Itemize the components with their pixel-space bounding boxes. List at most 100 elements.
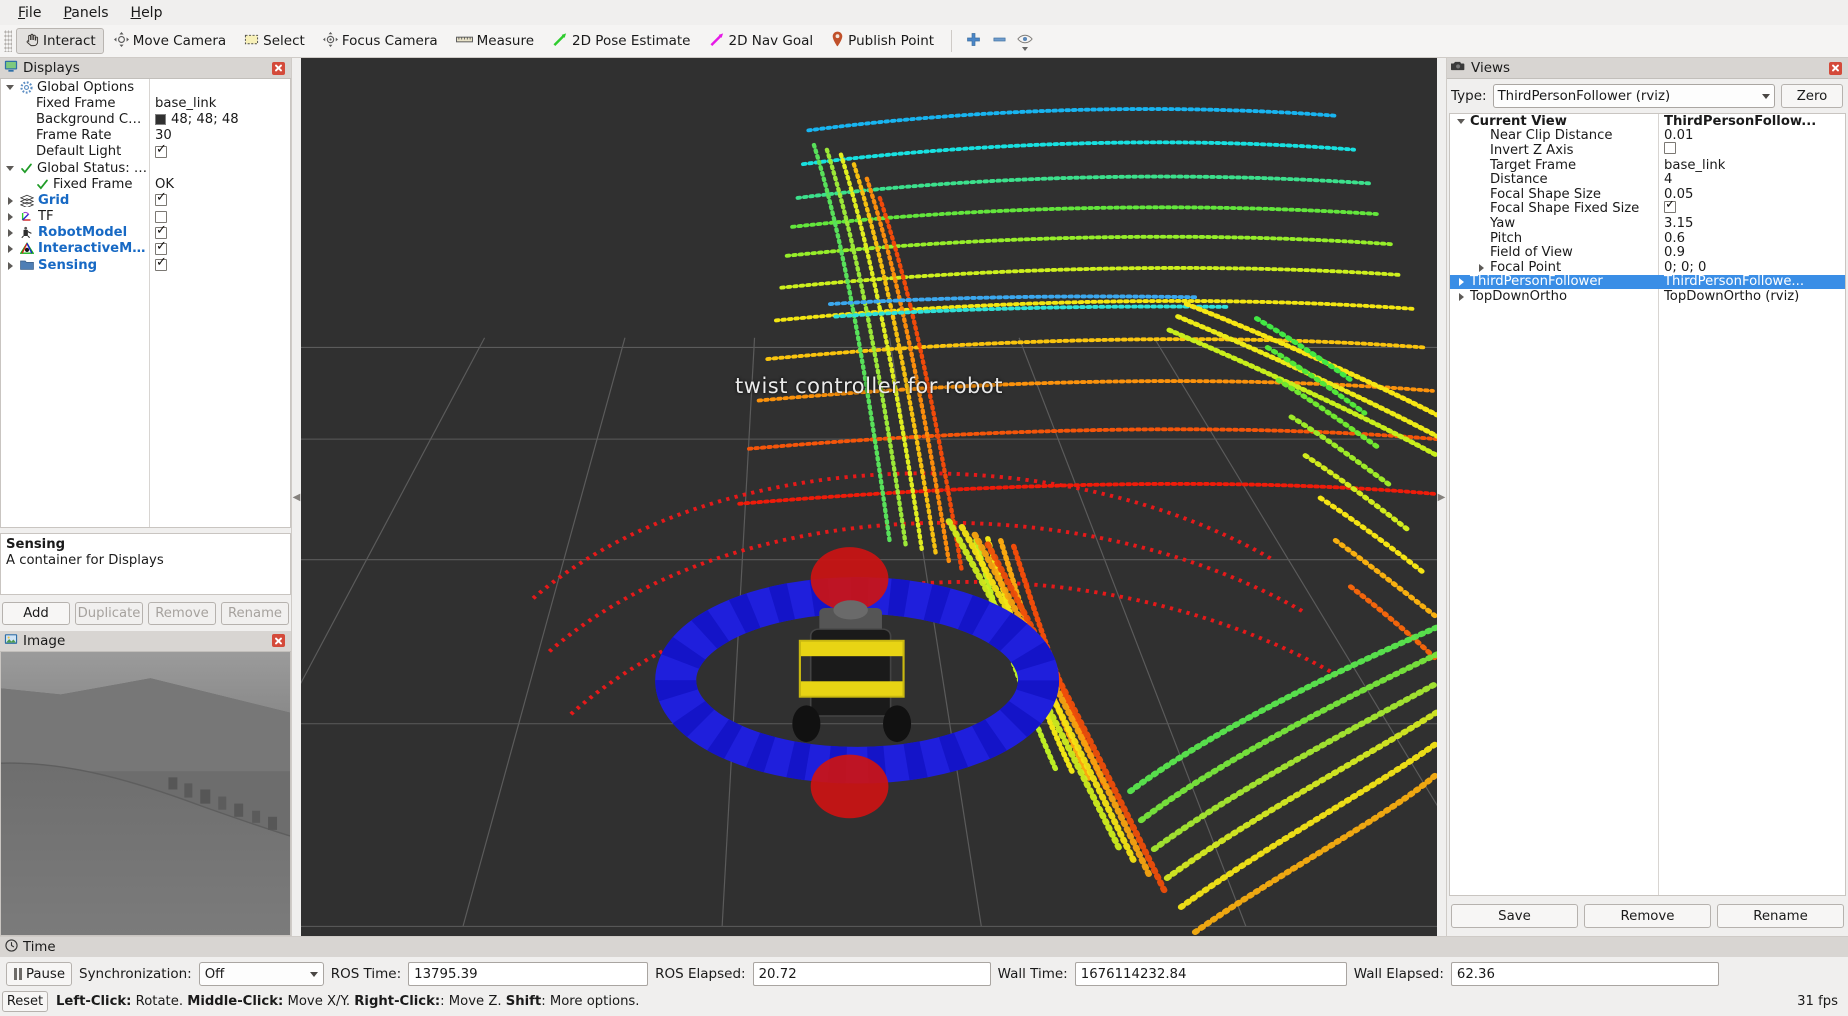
views-close-button[interactable] bbox=[1829, 61, 1842, 75]
chevron-down-icon[interactable] bbox=[5, 82, 16, 93]
tool-properties-button[interactable] bbox=[1012, 28, 1038, 54]
chevron-right-icon[interactable] bbox=[5, 227, 16, 238]
tool-2d-pose-estimate[interactable]: 2D Pose Estimate bbox=[544, 28, 698, 54]
wall-elapsed-field[interactable]: 62.36 bbox=[1450, 962, 1719, 986]
tool-measure[interactable]: Measure bbox=[448, 28, 542, 54]
menu-help[interactable]: Help bbox=[121, 2, 173, 24]
checkbox[interactable] bbox=[1664, 200, 1676, 213]
views-row-distance[interactable]: Distance 4 bbox=[1450, 172, 1845, 187]
chevron-right-icon[interactable] bbox=[1456, 291, 1467, 302]
views-row-value[interactable]: 0; 0; 0 bbox=[1658, 260, 1706, 275]
views-row-yaw[interactable]: Yaw 3.15 bbox=[1450, 216, 1845, 231]
displays-row-value[interactable]: 30 bbox=[149, 128, 172, 143]
wall-time-field[interactable]: 1676114232.84 bbox=[1074, 962, 1347, 986]
chevron-right-icon[interactable] bbox=[5, 243, 16, 254]
add-display-button[interactable]: Add bbox=[2, 601, 70, 625]
tool-move-camera[interactable]: Move Camera bbox=[106, 28, 234, 54]
displays-tree[interactable]: Global Options Fixed Frame base_link Backgr… bbox=[0, 79, 291, 528]
views-row-invert-z-axis[interactable]: Invert Z Axis bbox=[1450, 142, 1845, 158]
zero-button[interactable]: Zero bbox=[1781, 84, 1843, 108]
displays-row-value[interactable] bbox=[149, 224, 167, 239]
remove-display-button[interactable]: Remove bbox=[148, 601, 216, 625]
displays-row-value[interactable] bbox=[149, 256, 167, 272]
views-row-value[interactable] bbox=[1658, 200, 1676, 217]
views-row-thirdpersonfollower[interactable]: ThirdPersonFollower ThirdPersonFollowe... bbox=[1450, 274, 1845, 289]
views-row-value[interactable]: 4 bbox=[1658, 172, 1672, 187]
duplicate-display-button[interactable]: Duplicate bbox=[75, 601, 143, 625]
views-row-near-clip-distance[interactable]: Near Clip Distance 0.01 bbox=[1450, 128, 1845, 143]
checkbox[interactable] bbox=[1664, 142, 1676, 155]
reset-button[interactable]: Reset bbox=[2, 991, 48, 1012]
checkbox[interactable] bbox=[155, 256, 167, 272]
views-row-value[interactable]: 3.15 bbox=[1658, 216, 1693, 231]
checkbox[interactable] bbox=[155, 191, 167, 207]
displays-row-value[interactable] bbox=[149, 191, 167, 207]
checkbox[interactable] bbox=[155, 210, 167, 223]
displays-row-global-status[interactable]: Global Status: Ok bbox=[1, 160, 290, 176]
displays-row-fixed-frame[interactable]: Fixed Frame base_link bbox=[1, 95, 290, 111]
views-row-value[interactable]: 0.6 bbox=[1658, 231, 1685, 246]
views-row-field-of-view[interactable]: Field of View 0.9 bbox=[1450, 245, 1845, 260]
menu-panels[interactable]: Panels bbox=[53, 2, 118, 24]
displays-close-button[interactable] bbox=[272, 61, 285, 75]
tool-publish-point[interactable]: Publish Point bbox=[823, 28, 942, 54]
toolbar-grip[interactable] bbox=[4, 30, 12, 52]
displays-row-value[interactable] bbox=[149, 240, 167, 255]
views-row-focal-point[interactable]: Focal Point 0; 0; 0 bbox=[1450, 260, 1845, 275]
synchronization-select[interactable]: Off bbox=[198, 962, 324, 986]
chevron-right-icon[interactable] bbox=[1476, 262, 1487, 273]
menu-file[interactable]: File bbox=[8, 2, 51, 24]
views-row-value[interactable]: TopDownOrtho (rviz) bbox=[1658, 289, 1799, 304]
rename-display-button[interactable]: Rename bbox=[221, 601, 289, 625]
3d-viewport[interactable]: twist controller for robot bbox=[301, 58, 1437, 936]
chevron-down-icon[interactable] bbox=[5, 163, 16, 174]
views-row-value[interactable]: ThirdPersonFollow... bbox=[1658, 114, 1816, 129]
chevron-right-icon[interactable] bbox=[5, 260, 16, 271]
displays-row-sensing[interactable]: Sensing bbox=[1, 256, 290, 273]
displays-row-tf[interactable]: TF bbox=[1, 209, 290, 225]
pause-button[interactable]: Pause bbox=[6, 962, 72, 986]
checkbox[interactable] bbox=[155, 224, 167, 239]
remove-tool-button[interactable] bbox=[986, 28, 1012, 54]
views-row-value[interactable]: 0.05 bbox=[1658, 187, 1693, 202]
displays-row-default-light[interactable]: Default Light bbox=[1, 143, 290, 160]
chevron-right-icon[interactable] bbox=[5, 195, 16, 206]
views-row-current-view[interactable]: Current View ThirdPersonFollow... bbox=[1450, 114, 1845, 129]
displays-row-interactivemarkers[interactable]: InteractiveMar... bbox=[1, 240, 290, 257]
displays-row-value[interactable]: 48; 48; 48 bbox=[149, 112, 239, 127]
tool-focus-camera[interactable]: Focus Camera bbox=[315, 28, 446, 54]
views-row-value[interactable]: base_link bbox=[1658, 158, 1725, 173]
add-tool-button[interactable] bbox=[960, 28, 986, 54]
views-row-pitch[interactable]: Pitch 0.6 bbox=[1450, 231, 1845, 246]
rename-view-button[interactable]: Rename bbox=[1717, 904, 1844, 928]
tool-2d-nav-goal[interactable]: 2D Nav Goal bbox=[701, 28, 822, 54]
ros-time-field[interactable]: 13795.39 bbox=[408, 962, 649, 986]
views-row-value[interactable]: 0.01 bbox=[1658, 128, 1693, 143]
image-viewport[interactable] bbox=[0, 651, 291, 936]
displays-row-background-color[interactable]: Background Color 48; 48; 48 bbox=[1, 111, 290, 127]
image-close-button[interactable] bbox=[272, 634, 285, 648]
tool-select[interactable]: Select bbox=[236, 28, 313, 54]
save-view-button[interactable]: Save bbox=[1451, 904, 1578, 928]
right-splitter-handle[interactable]: ▶ bbox=[1437, 58, 1446, 936]
view-type-select[interactable]: ThirdPersonFollower (rviz) bbox=[1492, 84, 1775, 108]
views-row-focal-shape-size[interactable]: Focal Shape Size 0.05 bbox=[1450, 187, 1845, 202]
displays-row-status-fixed-frame[interactable]: Fixed Frame OK bbox=[1, 176, 290, 192]
views-row-topdownortho[interactable]: TopDownOrtho TopDownOrtho (rviz) bbox=[1450, 289, 1845, 304]
displays-row-global-options[interactable]: Global Options bbox=[1, 79, 290, 95]
displays-row-value[interactable] bbox=[149, 143, 167, 158]
chevron-right-icon[interactable] bbox=[1456, 276, 1467, 287]
views-row-value[interactable]: ThirdPersonFollowe... bbox=[1658, 274, 1804, 289]
tool-interact[interactable]: Interact bbox=[16, 28, 104, 54]
chevron-right-icon[interactable] bbox=[5, 211, 16, 222]
ros-elapsed-field[interactable]: 20.72 bbox=[752, 962, 991, 986]
color-swatch[interactable] bbox=[155, 113, 166, 125]
checkbox[interactable] bbox=[155, 240, 167, 255]
views-tree[interactable]: Current View ThirdPersonFollow... Near Cli… bbox=[1449, 113, 1846, 896]
displays-row-frame-rate[interactable]: Frame Rate 30 bbox=[1, 128, 290, 144]
left-splitter-handle[interactable]: ◀ bbox=[292, 58, 301, 936]
displays-row-value[interactable] bbox=[149, 210, 167, 223]
displays-row-grid[interactable]: Grid bbox=[1, 191, 290, 208]
views-row-value[interactable]: 0.9 bbox=[1658, 245, 1685, 260]
checkbox[interactable] bbox=[155, 143, 167, 158]
